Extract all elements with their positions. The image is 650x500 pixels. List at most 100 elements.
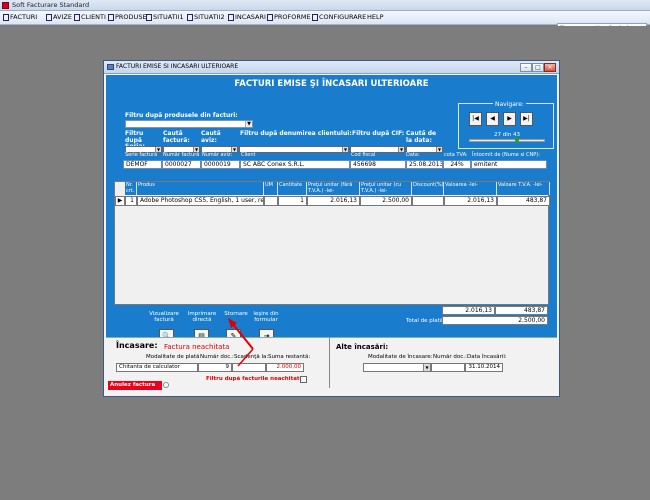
other-mode-label: Modalitate de încasare:	[368, 354, 433, 360]
unpaid-filter-checkbox[interactable]	[300, 376, 307, 383]
serie-label: Serie factură	[125, 152, 158, 158]
record-slider[interactable]	[469, 138, 545, 143]
record-slider-thumb[interactable]	[514, 138, 519, 143]
menu-avize[interactable]: AVIZE	[46, 13, 72, 21]
cod-label: Cod fiscal	[351, 152, 376, 158]
data-field[interactable]: 25.08.2013	[406, 160, 443, 169]
chevron-down-icon: ▼	[398, 147, 404, 152]
table-cell-pret-cu[interactable]: 2.500,00	[360, 196, 412, 206]
other-doc-field[interactable]	[431, 363, 465, 372]
close-button[interactable]: ×	[544, 63, 556, 72]
view-invoice-label: Vizualizare factură	[149, 311, 179, 323]
menu-situatii1[interactable]: SITUATII1	[146, 13, 184, 21]
col-valoare-tva: Valoare T.V.A. -lei-	[497, 182, 550, 195]
client-field[interactable]: SC ABC Conex S.R.L.	[240, 160, 350, 169]
aviz-field[interactable]: 0000019	[201, 160, 240, 169]
numar-field[interactable]: 0000027	[162, 160, 201, 169]
col-nr: Nr. crt.	[125, 182, 137, 195]
restore-button[interactable]: □	[532, 63, 544, 72]
products-grid: Nr. crt. Produs UM Cantitate Preţul unit…	[114, 181, 550, 305]
table-cell-valoare-tva[interactable]: 483,87	[497, 196, 550, 206]
window-titlebar: FACTURI EMISE SI INCASARI ULTERIOARE – □…	[104, 61, 559, 74]
invoices-window: FACTURI EMISE SI INCASARI ULTERIOARE – □…	[103, 60, 560, 397]
chevron-down-icon: ▼	[423, 364, 430, 371]
chevron-down-icon: ▼	[436, 147, 442, 152]
payment-doc-field[interactable]: 9	[198, 363, 232, 372]
payment-rest-label: Suma restantă:	[268, 354, 311, 360]
payment-due-field[interactable]	[232, 363, 266, 372]
cota-label: cota TVA:	[444, 152, 468, 158]
col-pret-fara: Preţul unitar (fără T.V.A.) -lei-	[307, 182, 360, 195]
menu-incasari[interactable]: INCASARI	[228, 13, 266, 21]
col-produs: Produs	[137, 182, 264, 195]
client-label: Client	[241, 152, 256, 158]
serie-field[interactable]: DEMOF	[123, 160, 162, 169]
row-selector[interactable]: ▶	[115, 196, 125, 206]
table-cell-discount[interactable]	[412, 196, 444, 206]
intocmit-field[interactable]: emitent	[471, 160, 547, 169]
nav-prev-button[interactable]: ◀	[486, 112, 499, 126]
table-cell-pret-fara[interactable]: 2.016,13	[307, 196, 360, 206]
invoice-form: FACTURI EMISE ŞI ÎNCASARI ULTERIOARE Fil…	[106, 75, 557, 352]
produse-icon	[108, 13, 114, 21]
menu-configurare[interactable]: CONFIGURARE	[312, 13, 366, 21]
table-cell-produs[interactable]: Adobe Photoshop CS5, English, 1 user, re…	[137, 196, 264, 206]
cancel-invoice-button[interactable]: Anulez factura	[108, 381, 162, 390]
numar-label: Număr factură	[163, 152, 200, 158]
table-cell-nr[interactable]: 1	[125, 196, 137, 206]
date-search-label: Caută de la data:	[406, 130, 437, 144]
facturi-icon	[3, 13, 9, 21]
print-label: Imprimare directă	[187, 311, 217, 323]
menu-produse[interactable]: PRODUSE	[108, 13, 147, 21]
proforme-icon	[267, 13, 273, 21]
navigation-panel: Navigare: |◀ ◀ ▶ ▶| 27 din 43	[458, 101, 555, 149]
aviz-search-label: Caută aviz:	[201, 130, 221, 144]
cif-filter-label: Filtru după CIF:	[352, 130, 405, 137]
other-payments-title: Alte încasări:	[336, 343, 389, 351]
intocmit-label: Întocmit de (Nume si CNP):	[472, 152, 540, 158]
table-cell-um[interactable]	[264, 196, 278, 206]
chevron-down-icon: ▼	[342, 147, 348, 152]
payment-rest-field[interactable]: 2.000,00	[266, 363, 304, 372]
col-um: UM	[264, 182, 278, 195]
payments-section: Încasare: Factura neachitata Modalitate …	[106, 337, 557, 393]
section-divider	[329, 338, 330, 388]
other-date-field[interactable]: 31.10.2014	[465, 363, 503, 372]
table-cell-valoarea[interactable]: 2.016,13	[444, 196, 497, 206]
payment-status: Factura neachitata	[164, 343, 230, 351]
current-record: 27	[493, 132, 501, 138]
client-filter-select[interactable]: ▼	[239, 146, 349, 153]
form-icon	[107, 64, 114, 70]
table-cell-cantitate[interactable]: 1	[278, 196, 307, 206]
products-filter-combo[interactable]: ▼	[125, 120, 253, 128]
total-de-plata: 2.500,00	[442, 316, 548, 325]
other-mode-select[interactable]: ▼	[363, 363, 431, 372]
menu-situatii2[interactable]: SITUATII2	[187, 13, 225, 21]
data-label: Data:	[406, 152, 420, 158]
menu-help[interactable]: HELP	[367, 13, 384, 21]
col-discount: Discount(%)	[412, 182, 444, 195]
nav-next-button[interactable]: ▶	[503, 112, 516, 126]
app-titlebar: Soft Facturare Standard	[0, 0, 650, 11]
window-title: FACTURI EMISE SI INCASARI ULTERIOARE	[116, 63, 239, 70]
minimize-button[interactable]: –	[520, 63, 532, 72]
of-label: din	[502, 132, 512, 138]
nav-last-button[interactable]: ▶|	[520, 112, 533, 126]
cancel-invoice-toggle[interactable]	[163, 382, 169, 388]
record-counter: 27 din 43	[459, 132, 555, 138]
payments-title: Încasare:	[116, 341, 158, 350]
cota-field[interactable]: 24%	[443, 160, 471, 169]
total-label: Total de plată:	[406, 318, 445, 324]
invoice-search-label: Caută factură:	[163, 130, 190, 144]
aviz-label: Număr aviz:	[202, 152, 233, 158]
menu-clienti[interactable]: CLIENTI	[74, 13, 106, 21]
avize-icon	[46, 13, 52, 21]
payment-mode-field[interactable]: Chitanta de calculator	[116, 363, 198, 372]
total-valoarea: 2.016,13	[442, 306, 495, 315]
other-date-label: Data încasării:	[467, 354, 507, 360]
menu-proforme[interactable]: PROFORME	[267, 13, 311, 21]
menu-facturi[interactable]: FACTURI	[3, 13, 37, 21]
nav-first-button[interactable]: |◀	[469, 112, 482, 126]
cod-field[interactable]: 456698	[350, 160, 406, 169]
total-tva: 483,87	[495, 306, 548, 315]
